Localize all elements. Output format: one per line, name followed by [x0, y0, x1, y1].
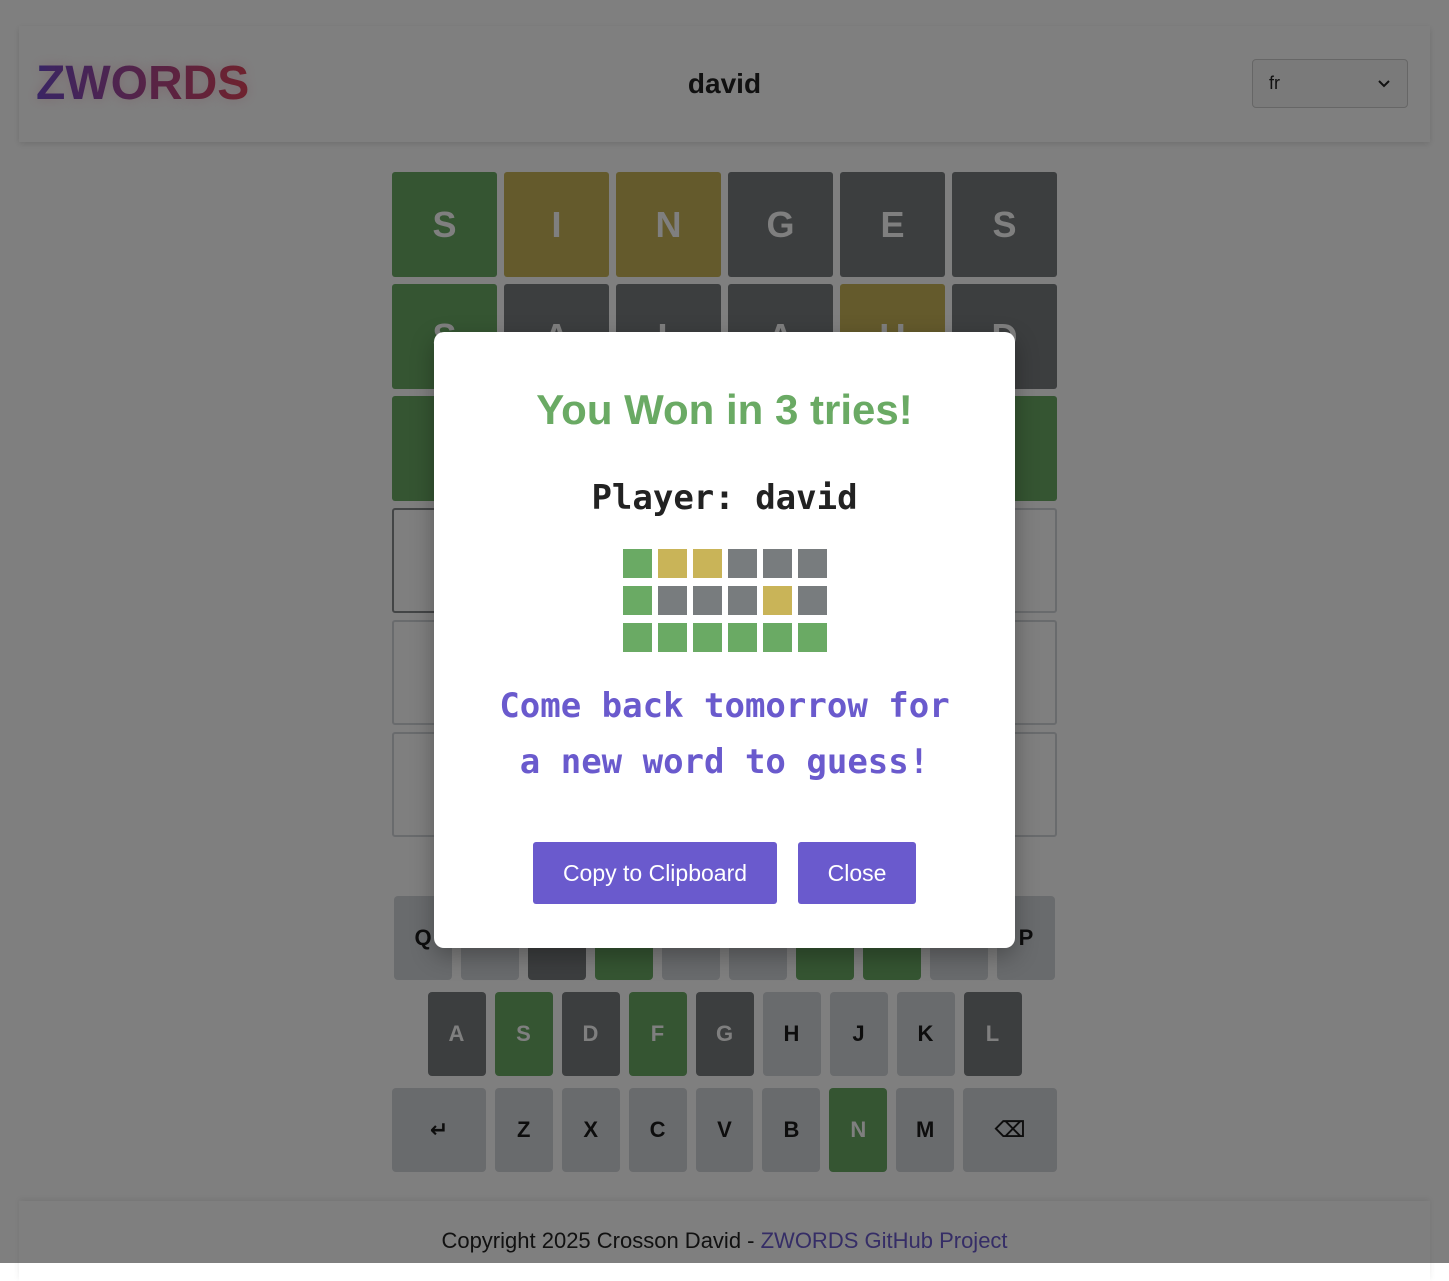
result-square — [798, 623, 827, 652]
come-back-message: Come back tomorrow for a new word to gue… — [474, 678, 975, 790]
result-square — [693, 586, 722, 615]
result-square — [763, 549, 792, 578]
result-row — [623, 623, 827, 652]
result-square — [763, 586, 792, 615]
result-square — [728, 549, 757, 578]
result-square — [763, 623, 792, 652]
result-square — [728, 586, 757, 615]
result-square — [693, 549, 722, 578]
result-square — [798, 549, 827, 578]
result-row — [623, 586, 827, 615]
message-line: Come back tomorrow for — [499, 686, 950, 726]
result-square — [623, 623, 652, 652]
result-square — [658, 623, 687, 652]
result-square — [798, 586, 827, 615]
close-button[interactable]: Close — [798, 842, 916, 904]
result-square — [728, 623, 757, 652]
win-title: You Won in 3 tries! — [536, 386, 913, 433]
result-square — [623, 586, 652, 615]
message-line: a new word to guess! — [519, 742, 930, 782]
result-square — [658, 586, 687, 615]
result-grid — [623, 549, 827, 660]
result-row — [623, 549, 827, 578]
copy-to-clipboard-button[interactable]: Copy to Clipboard — [533, 842, 777, 904]
result-square — [658, 549, 687, 578]
result-square — [623, 549, 652, 578]
result-square — [693, 623, 722, 652]
modal-player-label: Player: david — [591, 478, 858, 518]
win-modal: You Won in 3 tries! Player: david Come b… — [434, 332, 1015, 948]
